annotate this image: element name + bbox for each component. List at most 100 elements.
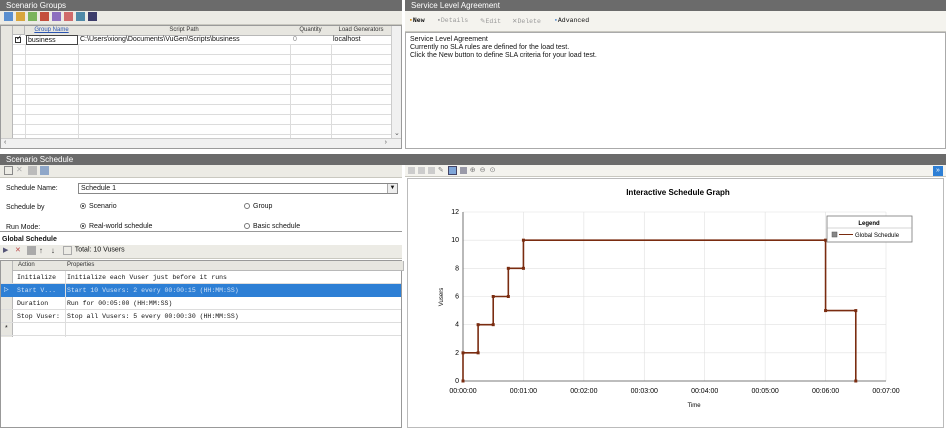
group-name-cell[interactable]: business <box>26 35 78 45</box>
sla-edit-button[interactable]: ✎Edit <box>480 17 501 25</box>
table-row[interactable]: ✓ business C:\Users\xiong\Documents\VuGe… <box>13 35 391 45</box>
reset-zoom-icon[interactable]: ⊙ <box>490 167 497 174</box>
sla-advanced-label: Advanced <box>557 17 590 24</box>
horizontal-scrollbar[interactable]: ‹ › <box>1 138 401 148</box>
series-point[interactable] <box>824 309 828 313</box>
basic-schedule-radio[interactable]: Basic schedule <box>244 223 300 230</box>
fit-view-icon[interactable] <box>459 167 467 174</box>
rename-schedule-icon[interactable] <box>27 166 37 175</box>
scroll-left-icon[interactable]: ‹ <box>4 139 6 146</box>
scroll-down-icon[interactable]: ⌄ <box>394 129 400 137</box>
sla-advanced-button[interactable]: ▪Advanced <box>554 17 589 24</box>
schedule-name-value: Schedule 1 <box>81 185 117 192</box>
column-header-properties[interactable]: Properties <box>65 261 404 271</box>
scroll-right-icon[interactable]: › <box>385 139 387 146</box>
series-point[interactable] <box>461 351 465 355</box>
x-tick-label: 00:04:00 <box>691 388 718 395</box>
start-scenario-icon[interactable] <box>4 12 13 21</box>
zoom-out-icon[interactable]: ⊖ <box>480 167 487 174</box>
zoom-in-icon[interactable]: ⊕ <box>470 167 477 174</box>
series-point[interactable] <box>506 295 510 298</box>
sla-delete-label: Delete <box>517 18 541 25</box>
duplicate-action-icon[interactable] <box>26 246 36 255</box>
table-row[interactable]: Duration Run for 00:05:00 (HH:MM:SS) <box>1 297 401 310</box>
action-cell: Start V... <box>17 287 57 294</box>
pencil-icon[interactable]: ✎ <box>438 167 445 174</box>
series-line-global-schedule[interactable] <box>462 239 857 381</box>
graph-view-icon[interactable] <box>447 166 457 175</box>
series-point[interactable] <box>854 309 858 313</box>
sla-delete-button[interactable]: ✕Delete <box>512 17 541 25</box>
total-vusers: Total: 10 Vusers <box>74 246 125 254</box>
vusers-icon <box>62 246 72 255</box>
new-action-row[interactable]: * <box>1 323 401 336</box>
sla-new-button[interactable]: ▪New <box>409 17 425 24</box>
x-tick-label: 00:06:00 <box>812 388 839 395</box>
monitor-icon[interactable] <box>87 12 97 21</box>
scenario-groups-toolbar <box>0 11 402 25</box>
series-point[interactable] <box>491 323 495 327</box>
generators-icon[interactable] <box>63 12 73 21</box>
scenario-schedule-title: Scenario Schedule <box>0 154 946 165</box>
sla-title: Service Level Agreement <box>405 0 946 11</box>
expand-graph-icon[interactable]: » <box>933 166 943 176</box>
sla-details-button[interactable]: ▪Details <box>437 17 468 24</box>
add-group-icon[interactable] <box>15 12 25 21</box>
series-point[interactable] <box>521 266 525 270</box>
chevron-down-icon[interactable]: ▼ <box>387 184 397 193</box>
schedule-by-scenario-radio[interactable]: Scenario <box>80 203 117 210</box>
y-tick-label: 4 <box>455 322 459 329</box>
schedule-by-label: Schedule by <box>6 204 45 211</box>
legend-item-label: Global Schedule <box>855 233 900 239</box>
edit-action-icon[interactable]: ▶ <box>3 246 12 255</box>
table-row[interactable]: Stop Vuser: Stop all Vusers: 5 every 00:… <box>1 310 401 323</box>
y-tick-label: 0 <box>455 378 459 385</box>
stop-icon[interactable] <box>417 167 425 174</box>
radio-unselected-icon <box>244 203 250 210</box>
delete-schedule-icon[interactable]: ✕ <box>16 166 25 175</box>
action-cell: Duration <box>17 300 49 307</box>
series-point[interactable] <box>521 238 525 242</box>
properties-cell: Stop all Vusers: 5 every 00:00:30 (HH:MM… <box>67 313 239 320</box>
table-row[interactable]: Initialize Initialize each Vuser just be… <box>1 271 401 284</box>
x-tick-label: 00:05:00 <box>752 388 779 395</box>
series-point[interactable] <box>506 266 510 270</box>
properties-cell: Run for 00:05:00 (HH:MM:SS) <box>67 300 173 307</box>
runtime-settings-icon[interactable] <box>39 12 49 21</box>
schedule-by-group-radio[interactable]: Group <box>244 203 272 210</box>
actions-grid: Action Properties Initialize Initialize … <box>0 260 404 428</box>
series-point[interactable] <box>854 379 858 383</box>
real-world-schedule-radio[interactable]: Real-world schedule <box>80 223 152 230</box>
remove-group-icon[interactable] <box>27 12 37 21</box>
play-icon[interactable] <box>408 167 415 174</box>
group-option-label: Group <box>253 203 273 210</box>
series-point[interactable] <box>491 295 495 298</box>
schedule-toolbar: ✕ <box>0 165 402 178</box>
view-script-icon[interactable] <box>75 12 85 21</box>
series-point[interactable] <box>476 351 480 355</box>
column-header-action[interactable]: Action <box>13 261 71 271</box>
series-point[interactable] <box>461 379 465 383</box>
global-schedule-title: Global Schedule <box>2 236 57 243</box>
y-axis-title: Vusers <box>439 288 445 306</box>
group-enabled-checkbox[interactable]: ✓ <box>15 35 22 43</box>
quantity-cell[interactable]: 0 <box>293 35 323 44</box>
current-row-icon: ▷ <box>4 287 9 293</box>
details-icon[interactable] <box>51 12 61 21</box>
delete-action-icon[interactable]: ✕ <box>15 246 24 255</box>
new-schedule-icon[interactable] <box>4 166 13 175</box>
sla-edit-label: Edit <box>485 18 502 25</box>
vertical-scrollbar[interactable]: ⌄ <box>391 26 401 138</box>
series-point[interactable] <box>476 323 480 327</box>
run-mode-label: Run Mode: <box>6 224 41 231</box>
move-up-icon[interactable]: ↑ <box>39 246 48 255</box>
load-generator-cell[interactable]: localhost <box>333 35 389 44</box>
checkbox-header <box>13 26 25 35</box>
y-tick-label: 8 <box>455 265 459 272</box>
schedule-settings-icon[interactable] <box>39 166 49 175</box>
move-down-icon[interactable]: ↓ <box>51 246 60 255</box>
legend-checkbox[interactable] <box>831 231 838 238</box>
delete-point-icon[interactable] <box>427 167 435 174</box>
table-row-selected[interactable]: ▷ Start V... Start 10 Vusers: 2 every 00… <box>1 284 401 297</box>
schedule-name-select[interactable]: Schedule 1 ▼ <box>78 183 398 194</box>
